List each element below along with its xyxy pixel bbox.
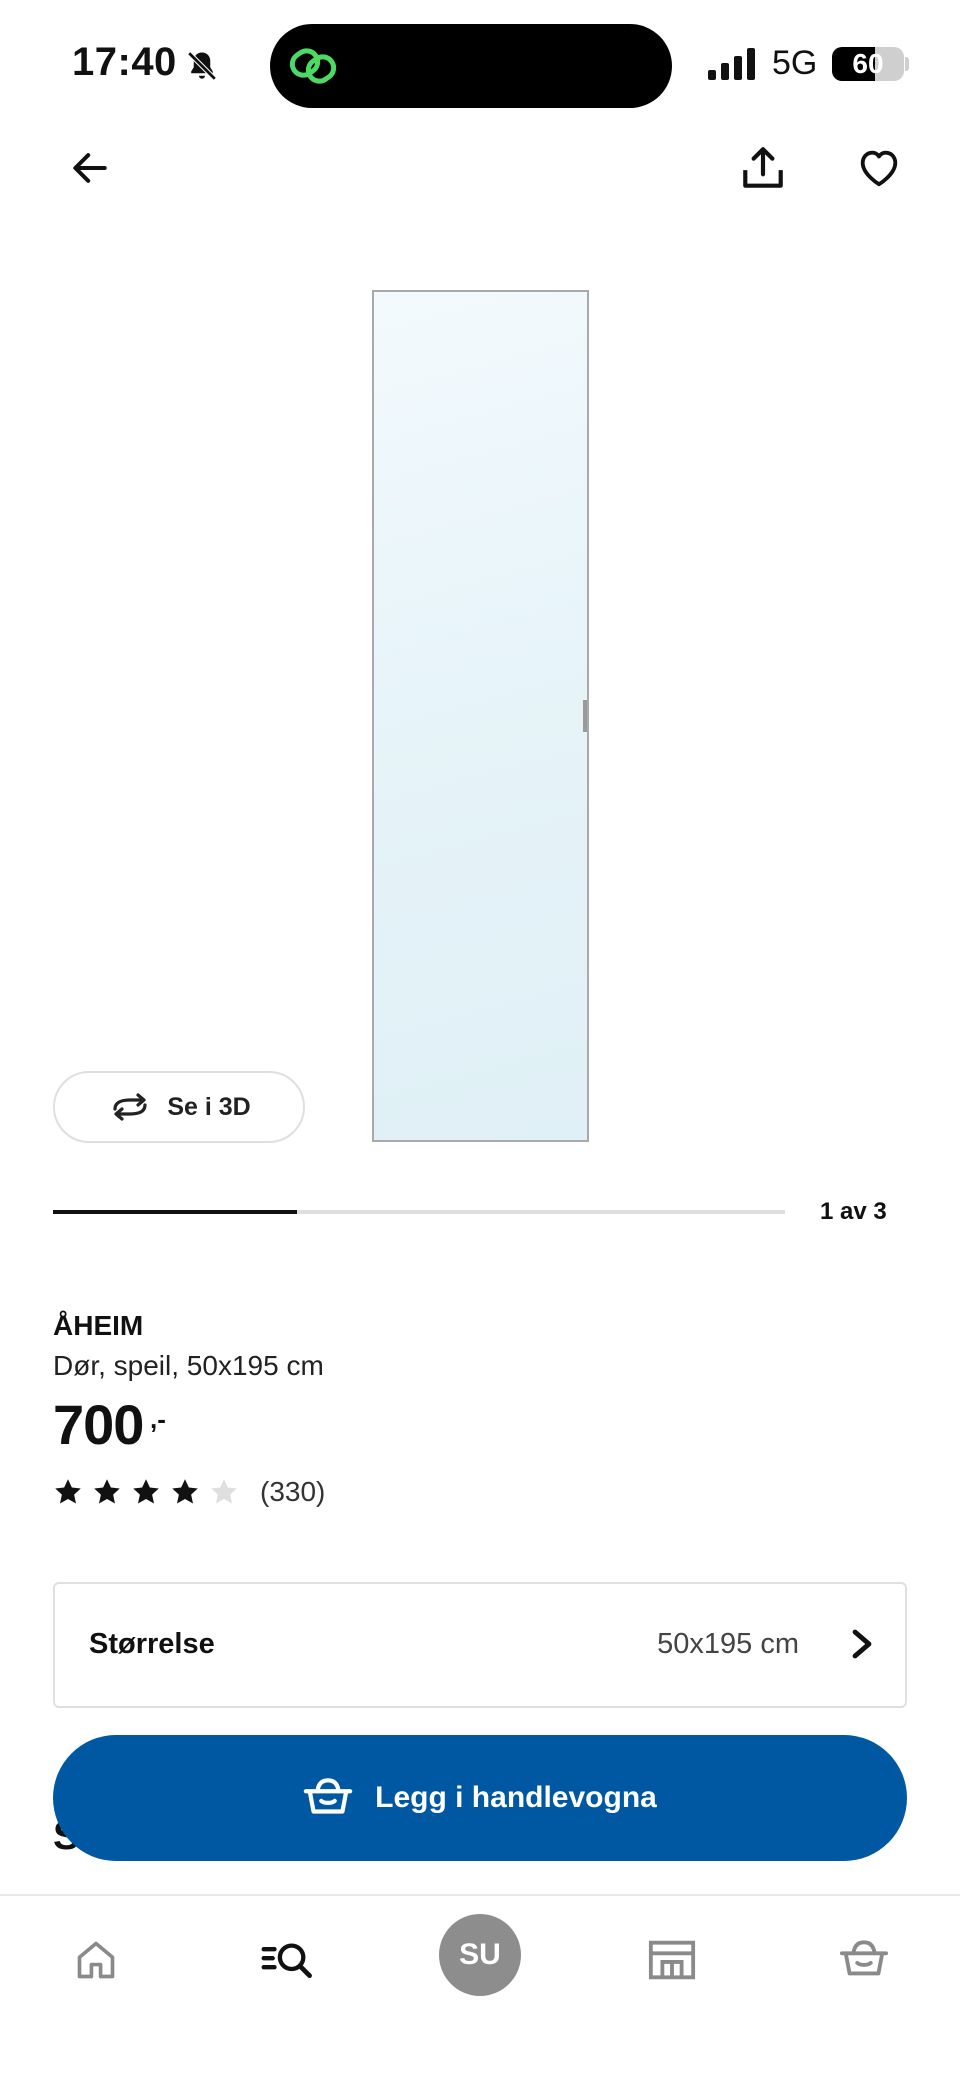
rating-stars [53,1477,248,1507]
share-icon [743,147,783,188]
store-icon [648,1940,696,1980]
home-icon [77,1941,115,1979]
product-image[interactable] [372,290,589,1142]
view-3d-label: Se i 3D [167,1092,251,1121]
nav-cart[interactable] [824,1920,904,2000]
product-price: 700 [53,1393,144,1456]
back-button[interactable] [54,132,126,204]
nav-store[interactable] [632,1920,712,2000]
product-name: ÅHEIM [53,1310,144,1341]
gallery-position-label: 1 av 3 [820,1198,887,1225]
nav-home[interactable] [56,1920,136,2000]
mirror-edge-hinge [583,700,587,732]
view-3d-button[interactable]: Se i 3D [53,1071,305,1143]
gallery-progress-track [53,1210,785,1214]
review-count: (330) [260,1476,326,1507]
size-value: 50x195 cm [657,1628,799,1660]
search-icon [261,1943,312,1978]
bell-muted-icon [187,51,217,81]
share-button[interactable] [727,132,799,204]
size-selector[interactable]: Størrelse 50x195 cm [53,1582,907,1708]
gallery-progress-fill [53,1210,297,1214]
status-bar: 17:40 5G 60 [0,0,960,130]
battery-icon: 60 [832,47,904,81]
price-suffix: ,- [150,1404,166,1434]
chevron-right-icon [852,1629,872,1659]
nav-search[interactable] [248,1920,328,2000]
signal-icon [708,48,755,80]
product-description: Dør, speil, 50x195 cm [53,1350,324,1381]
battery-level: 60 [852,48,884,79]
heart-icon [860,150,898,187]
star-filled-icon [133,1479,159,1504]
arrow-left-icon [73,153,107,183]
bottom-nav: SU [0,1894,960,2081]
favorite-button[interactable] [843,132,915,204]
basket-icon [303,1778,353,1814]
star-filled-icon [55,1479,81,1504]
rotate-3d-icon [113,1093,147,1121]
add-to-cart-label: Legg i handlevogna [375,1781,657,1814]
status-time: 17:40 [72,40,177,84]
star-filled-icon [172,1479,198,1504]
island-app-icon [289,48,337,84]
network-label: 5G [772,44,818,82]
battery-tip [905,57,909,71]
star-filled-icon [94,1479,120,1504]
add-to-cart-button[interactable]: Legg i handlevogna [53,1735,907,1861]
avatar[interactable]: SU [439,1914,521,1996]
star-empty-icon [211,1479,237,1504]
rating[interactable]: (330) [53,1474,325,1510]
basket-icon [839,1940,889,1976]
size-label: Størrelse [89,1628,215,1660]
